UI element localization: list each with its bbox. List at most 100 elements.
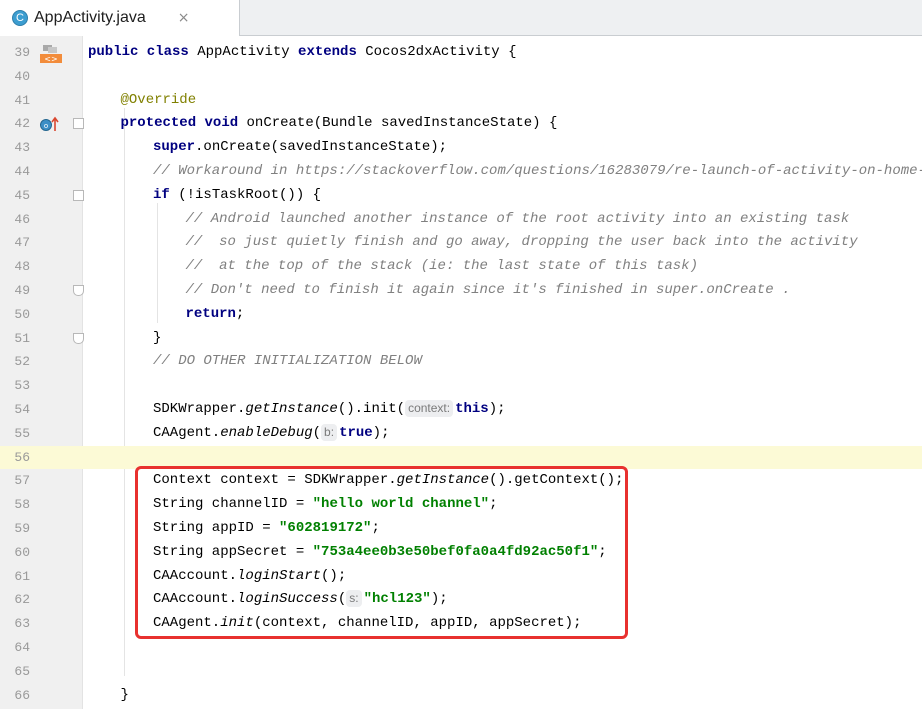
line-number: 66 bbox=[14, 687, 30, 703]
code-line[interactable]: 55 CAAgent.enableDebug(b: true); bbox=[0, 422, 922, 446]
implements-gutter-icon[interactable]: <> bbox=[40, 45, 62, 63]
code-text: return; bbox=[186, 303, 245, 327]
line-number: 51 bbox=[14, 330, 30, 346]
code-token: Cocos2dxActivity { bbox=[356, 44, 517, 60]
code-line[interactable]: 66} bbox=[0, 684, 922, 708]
code-line[interactable]: 47 // so just quietly finish and go away,… bbox=[0, 231, 922, 255]
line-number: 62 bbox=[14, 592, 30, 608]
static-method-token: getInstance bbox=[245, 401, 338, 417]
code-text: // DO OTHER INITIALIZATION BELOW bbox=[153, 350, 422, 374]
line-number: 59 bbox=[14, 521, 30, 536]
code-text: // Don't need to finish it again since i… bbox=[186, 279, 791, 303]
code-line[interactable]: 52 // DO OTHER INITIALIZATION BELOW bbox=[0, 350, 922, 374]
code-line[interactable]: 64 bbox=[0, 636, 922, 660]
code-text: } bbox=[121, 684, 129, 708]
code-line[interactable]: 53 bbox=[0, 374, 922, 398]
code-token: ); bbox=[372, 424, 390, 441]
code-line[interactable]: 50 return; bbox=[0, 303, 922, 327]
code-line[interactable]: 45 if (!isTaskRoot()) { bbox=[0, 184, 922, 208]
svg-text:<>: <> bbox=[44, 55, 57, 64]
code-text: // at the top of the stack (ie: the last… bbox=[186, 255, 698, 279]
line-number: 61 bbox=[14, 568, 30, 584]
line-number: 39 bbox=[14, 45, 30, 60]
code-token: (!isTaskRoot()) { bbox=[169, 186, 322, 203]
code-token: } bbox=[120, 686, 129, 703]
comment-token: // Workaround in https://stackoverflow.c… bbox=[153, 163, 922, 179]
annotation-token: @Override bbox=[120, 91, 197, 108]
fold-marker-icon[interactable] bbox=[73, 332, 84, 344]
parameter-hint: context: bbox=[405, 400, 454, 417]
code-text: super.onCreate(savedInstanceState); bbox=[153, 136, 447, 160]
keyword-token: this bbox=[455, 401, 489, 417]
keyword-token: true bbox=[339, 424, 373, 441]
tab-label: AppActivity.java bbox=[34, 9, 146, 26]
code-line[interactable]: 39 <> public class AppActivity extends Coc… bbox=[0, 41, 922, 65]
line-number: 42 bbox=[14, 116, 30, 132]
code-token: CAAgent. bbox=[153, 424, 221, 441]
code-line[interactable]: 48 // at the top of the stack (ie: the la… bbox=[0, 255, 922, 279]
line-number: 45 bbox=[14, 187, 30, 203]
code-line[interactable]: 40 bbox=[0, 65, 922, 89]
code-token: ( bbox=[312, 424, 322, 441]
editor-tab-bar: C AppActivity.java × bbox=[0, 0, 922, 36]
line-number: 65 bbox=[14, 663, 30, 679]
fold-marker-icon[interactable] bbox=[73, 118, 84, 130]
code-line[interactable]: 44 // Workaround in https://stackoverflow… bbox=[0, 160, 922, 184]
fold-marker-icon[interactable] bbox=[73, 189, 84, 201]
code-text: if (!isTaskRoot()) { bbox=[153, 184, 321, 208]
code-token: onCreate(Bundle savedInstanceState) { bbox=[238, 115, 558, 132]
tab-appactivity[interactable]: C AppActivity.java × bbox=[0, 0, 240, 36]
code-line[interactable]: 41 @Override bbox=[0, 89, 922, 113]
line-number: 58 bbox=[14, 497, 30, 513]
code-line[interactable]: 49 // Don't need to finish it again since… bbox=[0, 279, 922, 303]
line-number: 41 bbox=[14, 92, 30, 108]
line-number: 47 bbox=[14, 235, 30, 251]
code-line[interactable]: 65 bbox=[0, 660, 922, 684]
static-method-token: enableDebug bbox=[220, 424, 313, 441]
code-text: public class AppActivity extends Cocos2d… bbox=[88, 41, 517, 65]
comment-token: // DO OTHER INITIALIZATION BELOW bbox=[153, 353, 422, 370]
keyword-token: public class bbox=[88, 44, 189, 60]
code-line[interactable]: 51} bbox=[0, 327, 922, 351]
code-line[interactable]: 46 // Android launched another instance o… bbox=[0, 208, 922, 232]
line-number: 44 bbox=[14, 164, 30, 179]
svg-text:o: o bbox=[44, 122, 48, 130]
line-number: 55 bbox=[14, 425, 30, 441]
keyword-token: extends bbox=[298, 44, 357, 60]
code-text: } bbox=[153, 327, 161, 351]
line-number: 50 bbox=[14, 306, 30, 322]
comment-token: // Android launched another instance of … bbox=[185, 210, 850, 227]
fold-marker-icon[interactable] bbox=[73, 285, 84, 296]
code-line[interactable]: 43 super.onCreate(savedInstanceState); bbox=[0, 136, 922, 160]
code-token: ; bbox=[235, 305, 245, 322]
line-number: 43 bbox=[14, 140, 30, 156]
code-token: } bbox=[153, 329, 162, 346]
code-text: SDKWrapper.getInstance().init(context: th… bbox=[153, 398, 506, 422]
code-text: @Override bbox=[121, 89, 197, 113]
highlight-box bbox=[135, 466, 628, 639]
line-number: 49 bbox=[14, 283, 30, 298]
comment-token: // Don't need to finish it again since i… bbox=[185, 282, 791, 298]
code-line[interactable]: 42 o protected void onCreate(Bundle savedI… bbox=[0, 112, 922, 136]
line-number: 53 bbox=[14, 378, 30, 394]
code-editor[interactable]: 39 <> public class AppActivity extends Coc… bbox=[0, 36, 922, 709]
code-line[interactable]: 54 SDKWrapper.getInstance().init(context:… bbox=[0, 398, 922, 422]
code-token: ); bbox=[488, 401, 506, 417]
code-text: // Workaround in https://stackoverflow.c… bbox=[153, 160, 922, 184]
identifier-token: AppActivity bbox=[188, 44, 299, 60]
line-number: 63 bbox=[14, 616, 30, 632]
line-number: 60 bbox=[14, 544, 30, 560]
line-number: 56 bbox=[14, 449, 30, 465]
comment-token: // so just quietly finish and go away, d… bbox=[185, 234, 858, 251]
line-number: 46 bbox=[14, 211, 30, 227]
keyword-token: return bbox=[185, 305, 236, 322]
code-token: ().init( bbox=[337, 401, 406, 417]
line-number: 57 bbox=[14, 473, 30, 489]
code-text: // so just quietly finish and go away, d… bbox=[186, 231, 858, 255]
keyword-token: super bbox=[153, 139, 196, 156]
close-icon[interactable]: × bbox=[178, 10, 190, 26]
keyword-token: if bbox=[153, 186, 170, 203]
line-number: 64 bbox=[14, 640, 30, 655]
comment-token: // at the top of the stack (ie: the last… bbox=[185, 258, 698, 275]
override-gutter-icon[interactable]: o bbox=[40, 115, 60, 133]
